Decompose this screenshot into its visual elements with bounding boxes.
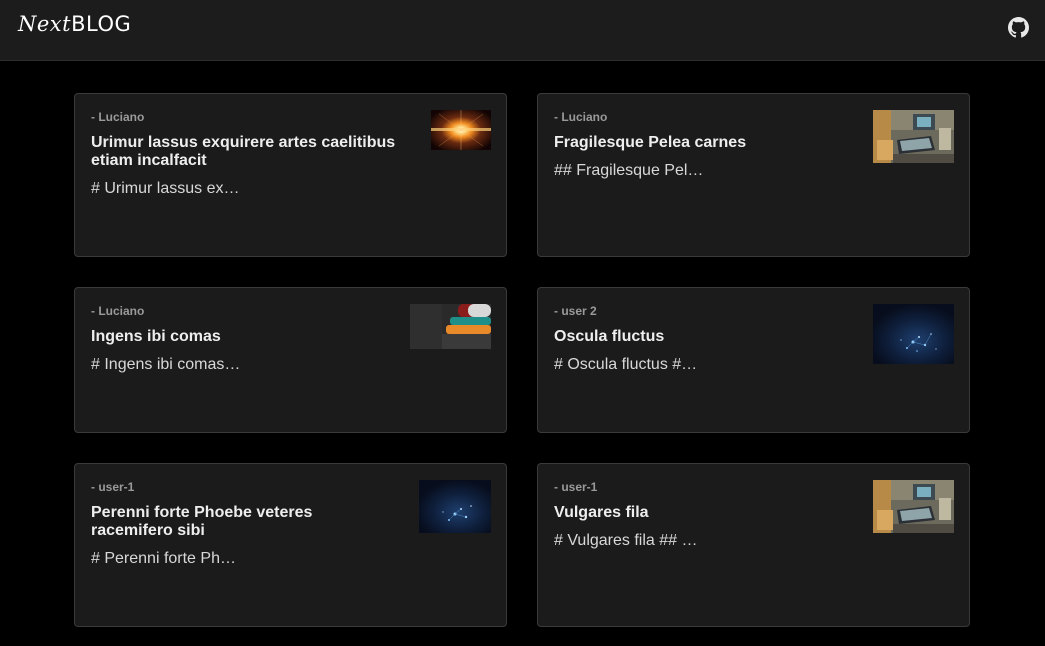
- post-excerpt: ## Fragilesque Pel…: [554, 162, 704, 179]
- post-author: - user-1: [554, 480, 598, 494]
- post-title: Vulgares fila: [554, 504, 649, 521]
- post-title: Perenni forte Phoebe veteres racemifero …: [91, 504, 313, 539]
- network-lights-image: [873, 304, 954, 364]
- post-excerpt: # Ingens ibi comas…: [91, 356, 241, 373]
- post-title: Ingens ibi comas: [91, 328, 221, 345]
- post-excerpt: # Vulgares fila ## …: [554, 532, 698, 549]
- post-author: - user 2: [554, 304, 597, 318]
- post-author: - user-1: [91, 480, 135, 494]
- sunburst-image: [431, 110, 491, 150]
- post-card[interactable]: - Luciano Fragilesque Pelea carnes ## Fr…: [537, 93, 970, 257]
- github-icon[interactable]: [1008, 17, 1029, 38]
- site-logo[interactable]: Next BLOG: [18, 12, 131, 42]
- post-title: Oscula fluctus: [554, 328, 665, 345]
- post-excerpt: # Oscula fluctus #…: [554, 356, 698, 373]
- post-card[interactable]: - Luciano Urimur lassus exquirere artes …: [74, 93, 507, 257]
- post-author: - Luciano: [554, 110, 608, 124]
- stacked-books-image: [410, 304, 491, 349]
- post-card[interactable]: - user-1 Vulgares fila # Vulgares fila #…: [537, 463, 970, 627]
- network-lights-image: [419, 480, 491, 533]
- post-excerpt: # Urimur lassus ex…: [91, 180, 240, 197]
- logo-blog-text: BLOG: [71, 12, 132, 36]
- logo-next-text: Next: [18, 12, 72, 36]
- post-card[interactable]: - user-1 Perenni forte Phoebe veteres ra…: [74, 463, 507, 627]
- top-navbar: Next BLOG: [0, 0, 1045, 61]
- post-excerpt: # Perenni forte Ph…: [91, 550, 236, 567]
- post-card[interactable]: - Luciano Ingens ibi comas # Ingens ibi …: [74, 287, 507, 433]
- post-author: - Luciano: [91, 110, 145, 124]
- post-card[interactable]: - user 2 Oscula fluctus # Oscula fluctus…: [537, 287, 970, 433]
- post-title: Urimur lassus exquirere artes caelitibus…: [91, 134, 396, 169]
- post-author: - Luciano: [91, 304, 145, 318]
- desk-laptop-image: [873, 480, 954, 533]
- desk-laptop-image: [873, 110, 954, 163]
- post-title: Fragilesque Pelea carnes: [554, 134, 747, 151]
